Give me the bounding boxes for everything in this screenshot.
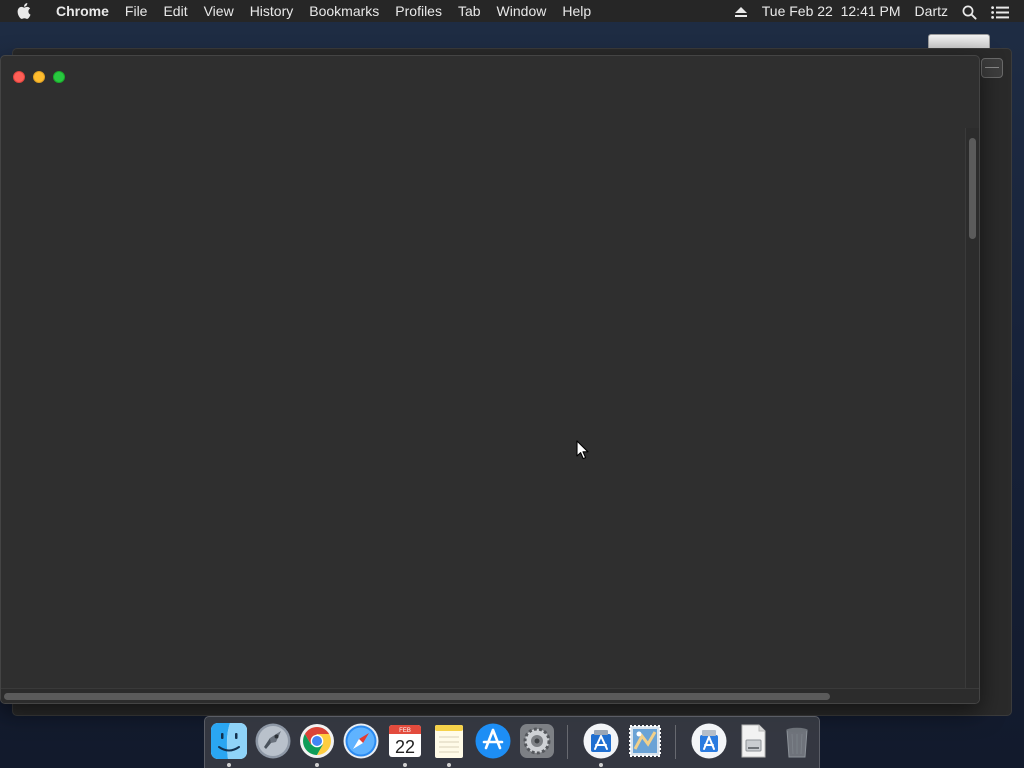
calendar-day: 22 (395, 737, 415, 757)
chrome-running-indicator (315, 763, 319, 767)
menu-bar-user[interactable]: Dartz (908, 0, 955, 22)
menu-bar-status-area: Tue Feb 22 12:41 PM Dartz (727, 0, 1016, 22)
background-window-toolbar-button[interactable] (981, 58, 1003, 78)
dock-separator (567, 725, 568, 759)
chrome-window[interactable] (0, 55, 980, 704)
spotlight-search-icon[interactable] (955, 0, 984, 22)
finder-icon[interactable] (210, 722, 248, 760)
calendar-month: FEB (399, 728, 411, 734)
disk-image-icon[interactable] (734, 722, 772, 760)
menu-help[interactable]: Help (554, 0, 599, 22)
notes-icon[interactable] (430, 722, 468, 760)
vertical-scrollbar-thumb[interactable] (969, 138, 976, 239)
window-minimize-button[interactable] (33, 71, 45, 83)
calendar-running-indicator (403, 763, 407, 767)
calendar-icon[interactable]: FEB 22 (386, 722, 424, 760)
page-content-area[interactable] (1, 86, 964, 687)
mail-stamp-icon[interactable] (626, 722, 664, 760)
launchpad-icon[interactable] (254, 722, 292, 760)
chrome-icon[interactable] (298, 722, 336, 760)
system-preferences-icon[interactable] (518, 722, 556, 760)
notification-center-icon[interactable] (984, 0, 1016, 22)
apple-icon[interactable] (0, 3, 48, 19)
finder-running-indicator (227, 763, 231, 767)
menu-view[interactable]: View (196, 0, 242, 22)
menu-app-name[interactable]: Chrome (48, 0, 117, 22)
eject-icon[interactable] (727, 0, 755, 22)
xcode-installer-running-indicator (599, 763, 603, 767)
xcode-installer-icon[interactable] (582, 722, 620, 760)
menu-tab[interactable]: Tab (450, 0, 489, 22)
trash-icon[interactable] (778, 722, 816, 760)
horizontal-scrollbar-thumb[interactable] (4, 693, 830, 700)
dock-separator-2 (675, 725, 676, 759)
menu-profiles[interactable]: Profiles (387, 0, 450, 22)
menu-history[interactable]: History (242, 0, 302, 22)
window-close-button[interactable] (13, 71, 25, 83)
menu-edit[interactable]: Edit (155, 0, 195, 22)
desktop-drive-icon[interactable] (928, 34, 990, 48)
safari-icon[interactable] (342, 722, 380, 760)
notes-running-indicator (447, 763, 451, 767)
app-store-icon[interactable] (474, 722, 512, 760)
desktop: Chrome File Edit View History Bookmarks … (0, 0, 1024, 768)
menu-bar-clock[interactable]: Tue Feb 22 12:41 PM (755, 0, 908, 22)
mouse-pointer-icon (576, 440, 589, 460)
dock: FEB 22 (204, 716, 820, 768)
menu-window[interactable]: Window (489, 0, 555, 22)
menu-bookmarks[interactable]: Bookmarks (301, 0, 387, 22)
window-zoom-button[interactable] (53, 71, 65, 83)
installer-package-icon[interactable] (690, 722, 728, 760)
menu-bar: Chrome File Edit View History Bookmarks … (0, 0, 1024, 22)
menu-file[interactable]: File (117, 0, 156, 22)
